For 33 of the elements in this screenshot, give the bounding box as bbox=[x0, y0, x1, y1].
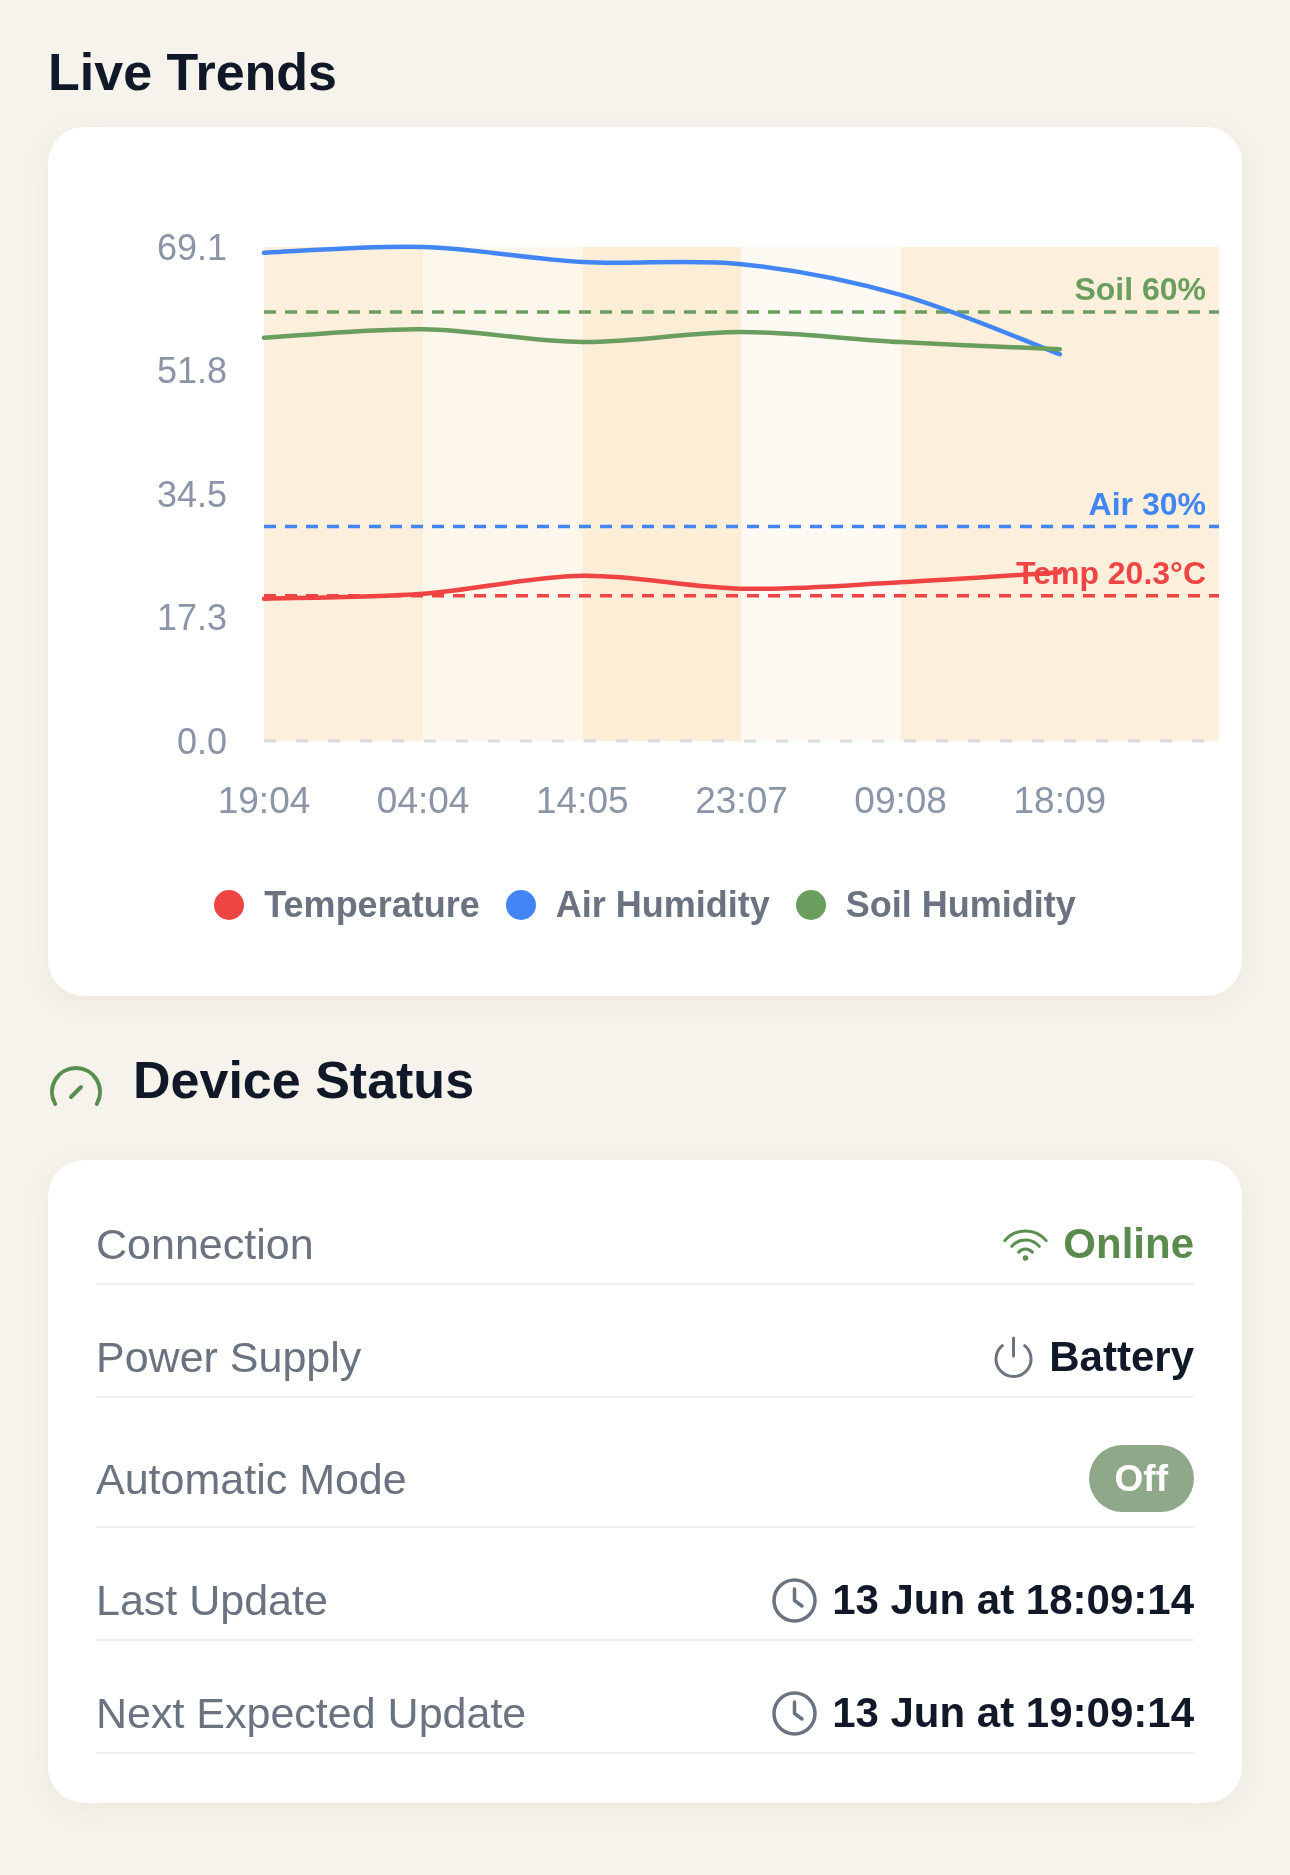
x-axis-label: 14:05 bbox=[535, 779, 629, 821]
status-label: Automatic Mode bbox=[96, 1453, 407, 1504]
x-axis-label: 18:09 bbox=[1013, 779, 1106, 821]
power-value: Battery bbox=[1049, 1332, 1194, 1382]
reference-line-label: Air 30% bbox=[1088, 485, 1206, 522]
status-label: Last Update bbox=[96, 1575, 328, 1625]
legend-label: Air Humidity bbox=[555, 884, 770, 926]
y-axis-label: 0.0 bbox=[176, 720, 227, 762]
x-axis-label: 19:04 bbox=[217, 779, 310, 821]
x-axis-label: 09:08 bbox=[853, 779, 947, 821]
x-axis-label: 23:07 bbox=[694, 779, 788, 821]
y-axis-label: 51.8 bbox=[156, 350, 227, 392]
gauge-icon bbox=[48, 1064, 104, 1108]
legend-label: Temperature bbox=[264, 884, 480, 926]
reference-line-label: Soil 60% bbox=[1073, 271, 1206, 308]
wifi-icon bbox=[1003, 1226, 1049, 1262]
connection-value: Online bbox=[1063, 1219, 1194, 1269]
y-axis-label: 69.1 bbox=[156, 226, 227, 268]
power-icon bbox=[993, 1335, 1035, 1379]
status-label: Connection bbox=[96, 1219, 314, 1269]
clock-icon bbox=[772, 1577, 818, 1623]
legend-label: Soil Humidity bbox=[845, 884, 1076, 926]
status-label: Next Expected Update bbox=[96, 1688, 527, 1738]
mode-status-badge: Off bbox=[1088, 1445, 1194, 1512]
section-title: Device Status bbox=[133, 1050, 475, 1111]
timestamp-value: 13 Jun at 19:09:14 bbox=[832, 1688, 1194, 1738]
timestamp-value: 13 Jun at 18:09:14 bbox=[832, 1575, 1194, 1625]
x-axis-label: 04:04 bbox=[376, 779, 469, 821]
y-axis-label: 34.5 bbox=[156, 473, 227, 515]
section-title: Live Trends bbox=[48, 42, 338, 103]
status-label: Power Supply bbox=[96, 1332, 362, 1382]
clock-icon bbox=[772, 1690, 818, 1736]
y-axis-label: 17.3 bbox=[156, 596, 227, 638]
